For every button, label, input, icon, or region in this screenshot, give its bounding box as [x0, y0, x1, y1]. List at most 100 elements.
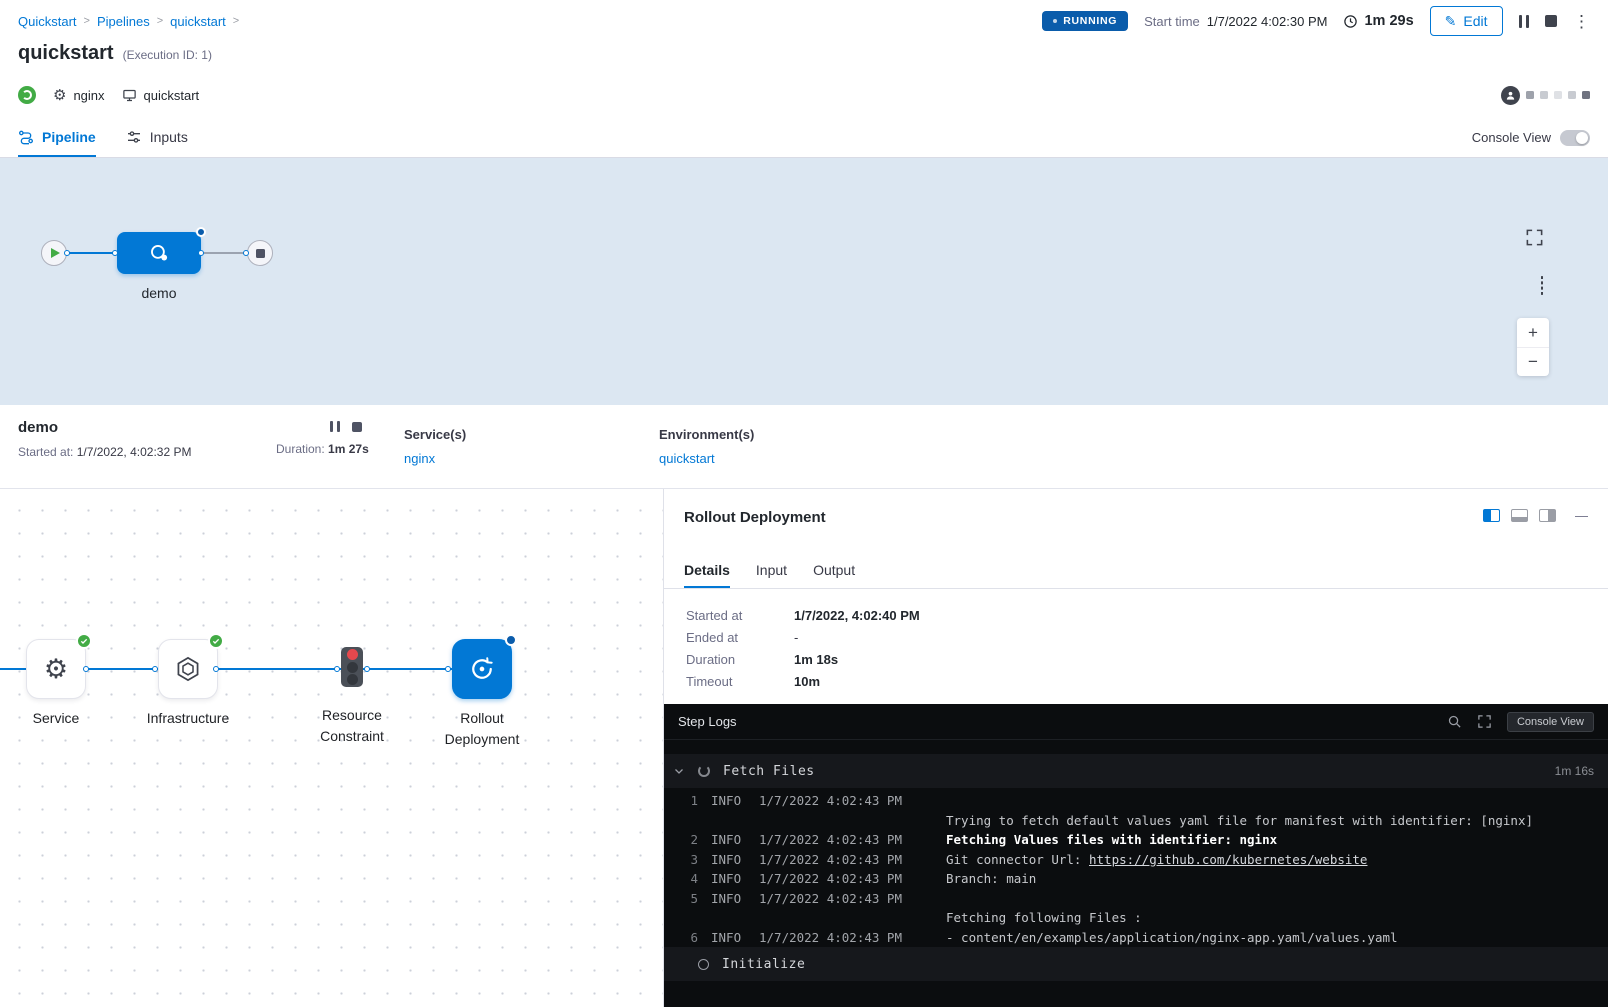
- step-logs-console: Step Logs Console View Fetch Files 1m 16…: [664, 704, 1608, 1007]
- log-timestamp: 1/7/2022 4:02:43 PM: [759, 930, 929, 945]
- log-row: 1INFO1/7/2022 4:02:43 PM: [664, 791, 1608, 811]
- connector-dot: [83, 666, 89, 672]
- log-line-number: 4: [678, 871, 698, 886]
- gear-icon: ⚙: [44, 656, 68, 683]
- clock-icon: [1343, 14, 1358, 29]
- detail-row: Ended at-: [686, 630, 1586, 645]
- log-level: INFO: [711, 871, 749, 886]
- stage-info-bar: demo Started at: 1/7/2022, 4:02:32 PM Du…: [0, 405, 1608, 489]
- layout-bottom-icon[interactable]: [1511, 509, 1528, 522]
- view-tabs: Pipeline Inputs Console View: [0, 118, 1608, 158]
- edge: [218, 668, 341, 670]
- detail-row: Timeout10m: [686, 674, 1586, 689]
- status-dot-icon: [1053, 19, 1057, 23]
- connector-dot: [445, 666, 451, 672]
- connector-dot: [64, 250, 70, 256]
- environment-name: quickstart: [144, 88, 200, 103]
- log-row: Fetching following Files :: [664, 908, 1608, 928]
- pipeline-end-node[interactable]: [247, 240, 273, 266]
- detail-row: Duration1m 18s: [686, 652, 1586, 667]
- console-view-button[interactable]: Console View: [1507, 712, 1594, 732]
- step-node-resource-constraint[interactable]: [341, 647, 363, 687]
- start-time: Start time1/7/2022 4:02:30 PM: [1144, 14, 1327, 29]
- log-link[interactable]: https://github.com/kubernetes/website: [1089, 852, 1367, 867]
- stage-stop-button[interactable]: [352, 422, 362, 432]
- zoom-in-button[interactable]: +: [1517, 318, 1549, 347]
- environment-link[interactable]: quickstart: [659, 451, 754, 466]
- pipeline-graph: demo + −: [0, 158, 1608, 405]
- step-node-rollout-deployment[interactable]: [452, 639, 512, 699]
- stage-icon: [146, 240, 172, 266]
- service-link[interactable]: nginx: [404, 451, 659, 466]
- breadcrumb-separator: >: [233, 15, 239, 27]
- log-line-number: 1: [678, 793, 698, 808]
- log-rows: 1INFO1/7/2022 4:02:43 PMTrying to fetch …: [664, 788, 1608, 947]
- log-line-number: 2: [678, 832, 698, 847]
- log-section-initialize[interactable]: Initialize: [664, 947, 1608, 981]
- step-logs-title: Step Logs: [678, 714, 737, 729]
- tab-input[interactable]: Input: [756, 553, 787, 588]
- hexagon-icon: [174, 655, 202, 683]
- tab-details[interactable]: Details: [684, 553, 730, 588]
- step-node-infrastructure[interactable]: [158, 639, 218, 699]
- breadcrumb-link-quickstart[interactable]: Quickstart: [18, 14, 77, 29]
- log-row: 5INFO1/7/2022 4:02:43 PM: [664, 889, 1608, 909]
- chevron-down-icon: [673, 765, 685, 777]
- fullscreen-button[interactable]: [1525, 228, 1544, 252]
- avatar-icon: [1501, 86, 1520, 105]
- success-check-icon: [208, 633, 224, 649]
- tab-pipeline[interactable]: Pipeline: [18, 118, 96, 157]
- log-section-fetch-files[interactable]: Fetch Files 1m 16s: [664, 754, 1608, 788]
- zoom-out-button[interactable]: −: [1517, 347, 1549, 376]
- step-node-service[interactable]: ⚙: [26, 639, 86, 699]
- status-badge: RUNNING: [1042, 11, 1128, 31]
- stage-label: demo: [117, 285, 201, 301]
- console-view-toggle[interactable]: [1560, 130, 1590, 146]
- breadcrumb-link-pipelines[interactable]: Pipelines: [97, 14, 150, 29]
- abort-execution-button[interactable]: [1545, 15, 1557, 27]
- breadcrumb-link-pipeline-name[interactable]: quickstart: [170, 14, 226, 29]
- edge: [0, 668, 26, 670]
- search-icon[interactable]: [1447, 714, 1462, 729]
- log-message: Fetching Values files with identifier: n…: [946, 832, 1277, 847]
- traffic-light-low-icon: [347, 674, 358, 685]
- pause-execution-button[interactable]: [1519, 15, 1530, 28]
- tab-inputs[interactable]: Inputs: [126, 118, 188, 157]
- environment-icon: [122, 88, 137, 103]
- marquee-icon: [1541, 276, 1543, 295]
- step-label-infrastructure: Infrastructure: [128, 708, 248, 729]
- service-name: nginx: [73, 88, 104, 103]
- minimize-panel-icon[interactable]: —: [1575, 509, 1588, 522]
- log-message: Git connector Url: https://github.com/ku…: [946, 852, 1367, 867]
- more-options-icon[interactable]: ⋮: [1573, 13, 1590, 30]
- traffic-light-red-icon: [347, 649, 358, 660]
- elapsed-time: 1m 29s: [1343, 13, 1413, 29]
- connector-dot: [152, 666, 158, 672]
- spinner-icon: [698, 765, 710, 777]
- stage-pause-button[interactable]: [330, 421, 340, 432]
- layout-split-left-icon[interactable]: [1483, 509, 1500, 522]
- log-level: INFO: [711, 891, 749, 906]
- stage-node-demo[interactable]: [117, 232, 201, 274]
- traffic-light-mid-icon: [347, 662, 358, 673]
- stage-duration: Duration: 1m 27s: [276, 442, 404, 456]
- log-timestamp: 1/7/2022 4:02:43 PM: [759, 871, 929, 886]
- log-row: Trying to fetch default values yaml file…: [664, 811, 1608, 831]
- layout-split-right-icon[interactable]: [1539, 509, 1556, 522]
- stage-name: demo: [18, 419, 276, 436]
- tab-output[interactable]: Output: [813, 553, 855, 588]
- log-row: 6INFO1/7/2022 4:02:43 PM- content/en/exa…: [664, 928, 1608, 948]
- step-label-resource-constraint: Resource Constraint: [297, 705, 407, 747]
- edit-button[interactable]: ✎ Edit: [1430, 6, 1503, 36]
- step-detail-list: Started at1/7/2022, 4:02:40 PM Ended at-…: [664, 589, 1608, 704]
- marquee-select-button[interactable]: [1541, 277, 1543, 295]
- gear-icon: ⚙: [53, 88, 66, 103]
- indicator-square: [1554, 91, 1562, 99]
- log-message: - content/en/examples/application/nginx-…: [946, 930, 1398, 945]
- lower-split: ⚙ Service Infrastructure Resource Constr…: [0, 489, 1608, 1007]
- running-indicator-icon: [196, 227, 206, 237]
- edge: [201, 252, 247, 254]
- pipeline-icon: [18, 129, 34, 145]
- expand-logs-icon[interactable]: [1477, 714, 1492, 729]
- rollout-icon: [468, 655, 496, 683]
